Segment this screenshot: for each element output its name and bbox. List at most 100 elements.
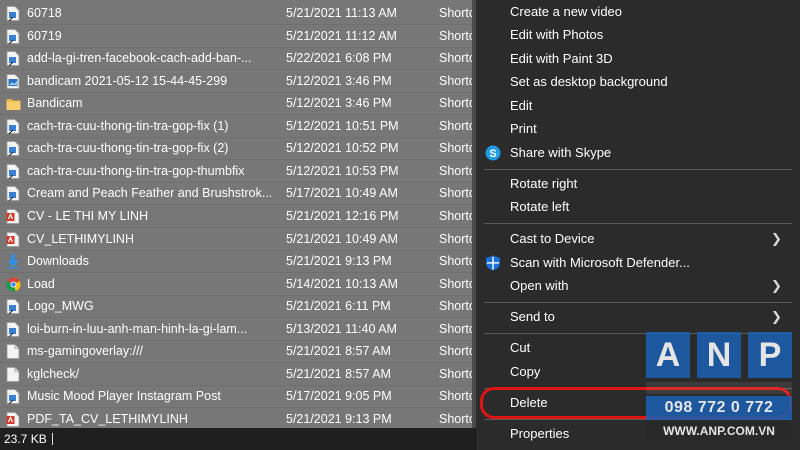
- chevron-right-icon: ❯: [771, 309, 782, 324]
- file-type: Shortcut: [439, 411, 475, 426]
- menu-item-scan-defender[interactable]: Scan with Microsoft Defender...: [476, 252, 800, 274]
- file-name: bandicam 2021-05-12 15-44-45-299: [27, 73, 228, 88]
- file-list: 60718 5/21/2021 11:13 AM Shortcut 60719 5/21…: [0, 0, 475, 428]
- file-type: Shortcut: [439, 51, 475, 66]
- file-row[interactable]: Downloads 5/21/2021 9:13 PM Shortcut: [0, 250, 475, 274]
- pdf-icon: [6, 231, 20, 247]
- file-type: Shortcut: [439, 344, 475, 359]
- chevron-right-icon: ❯: [771, 278, 782, 293]
- file-name: cach-tra-cuu-thong-tin-tra-gop-fix (2): [27, 141, 229, 156]
- menu-item-send-to[interactable]: Send to ❯: [476, 306, 800, 328]
- file-row[interactable]: Music Mood Player Instagram Post 5/17/202…: [0, 385, 475, 409]
- file-date-modified: 5/13/2021 11:40 AM: [286, 321, 397, 336]
- file-name: add-la-gi-tren-facebook-cach-add-ban-...: [27, 51, 252, 66]
- file-name: ms-gamingoverlay:///: [27, 344, 144, 359]
- file-type: Shortcut: [439, 96, 475, 111]
- file-row[interactable]: cach-tra-cuu-thong-tin-tra-gop-fix (1) 5/…: [0, 115, 475, 138]
- menu-item-rotate-left[interactable]: Rotate left: [476, 196, 800, 218]
- download-arrow-icon: [6, 254, 20, 269]
- doc-shortcut-icon: [6, 321, 20, 338]
- file-type: Shortcut: [439, 141, 475, 156]
- doc-shortcut-icon: [6, 299, 20, 315]
- doc-shortcut-icon: [6, 141, 20, 157]
- doc-shortcut-icon: [6, 389, 20, 405]
- file-date-modified: 5/12/2021 3:46 PM: [286, 73, 392, 88]
- file-row[interactable]: Bandicam 5/12/2021 3:46 PM Shortcut: [0, 92, 475, 116]
- anp-watermark-logo: A N P 098 772 0 772 WWW.ANP.COM.VN: [646, 332, 792, 444]
- file-row[interactable]: Load 5/14/2021 10:13 AM Shortcut: [0, 273, 475, 296]
- menu-item-label: Copy: [510, 364, 541, 379]
- doc-shortcut-icon: [6, 6, 20, 22]
- file-row[interactable]: CV_LETHIMYLINH 5/21/2021 10:49 AM Shortcut: [0, 228, 475, 251]
- menu-item-edit-with-photos[interactable]: Edit with Photos: [476, 24, 800, 46]
- file-row[interactable]: cach-tra-cuu-thong-tin-tra-gop-thumbfix 5…: [0, 160, 475, 183]
- watermark-letter: A: [646, 332, 690, 378]
- menu-item-share-with-skype[interactable]: S Share with Skype: [476, 142, 800, 164]
- menu-item-label: Share with Skype: [510, 145, 612, 160]
- file-row[interactable]: kglcheck/5/21/2021 8:57 AM Shortcut: [0, 363, 475, 386]
- file-name: cach-tra-cuu-thong-tin-tra-gop-thumbfix: [27, 163, 245, 178]
- file-row[interactable]: 60719 5/21/2021 11:12 AM Shortcut: [0, 25, 475, 48]
- menu-item-edit[interactable]: Edit: [476, 95, 800, 117]
- file-date-modified: 5/21/2021 11:12 AM: [286, 28, 397, 43]
- file-name: Bandicam: [27, 96, 83, 111]
- menu-item-label: Edit with Photos: [510, 27, 604, 42]
- defender-shield-icon: [485, 255, 501, 271]
- file-row[interactable]: ms-gamingoverlay:/// 5/21/2021 8:57 AM Sho…: [0, 340, 475, 364]
- chevron-right-icon: ❯: [771, 231, 782, 246]
- file-date-modified: 5/14/2021 10:13 AM: [286, 276, 398, 291]
- file-name: PDF_TA_CV_LETHIMYLINH: [27, 411, 188, 426]
- file-name: cach-tra-cuu-thong-tin-tra-gop-fix (1): [27, 118, 229, 133]
- skype-icon: S: [485, 145, 501, 161]
- doc-shortcut-icon: [6, 163, 20, 180]
- file-type: Shortcut: [439, 28, 475, 43]
- file-date-modified: 5/21/2021 10:49 AM: [286, 231, 398, 246]
- file-row[interactable]: bandicam 2021-05-12 15-44-45-299 5/12/202…: [0, 70, 475, 93]
- image-shortcut-icon: [6, 73, 20, 89]
- file-row[interactable]: 60718 5/21/2021 11:13 AM Shortcut: [0, 2, 475, 25]
- file-name: Logo_MWG: [27, 299, 94, 314]
- file-type: Shortcut: [439, 163, 475, 178]
- menu-item-label: Scan with Microsoft Defender...: [510, 255, 690, 270]
- file-date-modified: 5/12/2021 3:46 PM: [286, 96, 392, 111]
- chrome-icon: [6, 277, 21, 292]
- file-name: 60718: [27, 6, 62, 20]
- file-name: CV_LETHIMYLINH: [27, 231, 134, 246]
- file-date-modified: 5/21/2021 11:13 AM: [286, 6, 397, 20]
- menu-item-rotate-right[interactable]: Rotate right: [476, 173, 800, 195]
- file-type: Shortcut: [439, 299, 475, 314]
- menu-item-label: Open with: [510, 278, 569, 293]
- menu-item-open-with[interactable]: Open with ❯: [476, 275, 800, 297]
- file-row[interactable]: CV - LE THI MY LINH 5/21/2021 12:16 PM Sho…: [0, 205, 475, 228]
- file-date-modified: 5/21/2021 8:57 AM: [286, 366, 391, 381]
- menu-item-cast-to-device[interactable]: Cast to Device ❯: [476, 228, 800, 250]
- file-type: Shortcut: [439, 276, 475, 291]
- file-row[interactable]: Logo_MWG 5/21/2021 6:11 PM Shortcut: [0, 295, 475, 319]
- file-name: Downloads: [27, 254, 89, 269]
- file-row[interactable]: cach-tra-cuu-thong-tin-tra-gop-fix (2) 5/…: [0, 137, 475, 161]
- menu-separator: [484, 223, 792, 224]
- menu-separator: [484, 169, 792, 170]
- watermark-phone: 098 772 0 772: [646, 396, 792, 420]
- file-row[interactable]: PDF_TA_CV_LETHIMYLINH 5/21/2021 9:13 PM Sh…: [0, 408, 475, 428]
- file-name: Music Mood Player Instagram Post: [27, 389, 221, 404]
- file-date-modified: 5/12/2021 10:53 PM: [286, 163, 399, 178]
- pdf-icon: [6, 209, 20, 224]
- file-row[interactable]: Cream and Peach Feather and Brushstrok..…: [0, 182, 475, 206]
- status-selection-size: 23.7 KB: [4, 432, 47, 446]
- file-row[interactable]: loi-burn-in-luu-anh-man-hinh-la-gi-lam..…: [0, 318, 475, 341]
- file-row[interactable]: add-la-gi-tren-facebook-cach-add-ban-...…: [0, 47, 475, 71]
- file-type: Shortcut: [439, 186, 475, 201]
- blank-doc-icon: [6, 344, 20, 360]
- menu-item-create-new-video[interactable]: Create a new video: [476, 1, 800, 23]
- menu-item-edit-with-paint3d[interactable]: Edit with Paint 3D: [476, 48, 800, 70]
- watermark-band: [646, 382, 792, 394]
- status-bar: 23.7 KB: [0, 428, 475, 450]
- svg-text:S: S: [489, 148, 496, 160]
- file-type: Shortcut: [439, 321, 475, 336]
- doc-shortcut-icon: [6, 28, 20, 44]
- menu-item-label: Print: [510, 121, 537, 136]
- menu-item-set-desktop-background[interactable]: Set as desktop background: [476, 71, 800, 93]
- menu-item-print[interactable]: Print: [476, 118, 800, 140]
- file-name: kglcheck/: [27, 366, 80, 381]
